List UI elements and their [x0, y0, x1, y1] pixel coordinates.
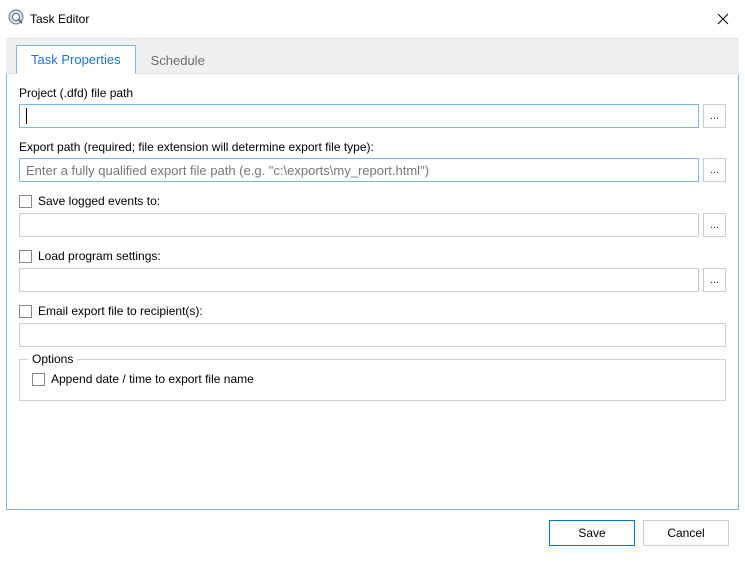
close-icon — [717, 13, 729, 25]
append-datetime-label: Append date / time to export file name — [51, 372, 254, 386]
email-recipients-input[interactable] — [19, 323, 726, 347]
export-path-input[interactable] — [19, 158, 699, 182]
options-legend: Options — [28, 352, 77, 366]
tabstrip: Task Properties Schedule — [6, 38, 739, 74]
project-path-label: Project (.dfd) file path — [19, 86, 726, 100]
titlebar: Task Editor — [0, 0, 745, 34]
tab-task-properties[interactable]: Task Properties — [16, 45, 136, 74]
load-settings-checkbox[interactable] — [19, 250, 32, 263]
load-settings-input[interactable] — [19, 268, 699, 292]
email-recipients-label: Email export file to recipient(s): — [38, 304, 203, 318]
window-title: Task Editor — [30, 12, 89, 26]
append-datetime-checkbox[interactable] — [32, 373, 45, 386]
tab-content: Project (.dfd) file path ... Export path… — [6, 74, 739, 510]
task-editor-window: Task Editor Task Properties Schedule Pro… — [0, 0, 745, 566]
export-path-browse-button[interactable]: ... — [703, 158, 726, 182]
email-recipients-checkbox[interactable] — [19, 305, 32, 318]
dialog-footer: Save Cancel — [0, 510, 745, 556]
close-button[interactable] — [709, 8, 737, 30]
save-events-input[interactable] — [19, 213, 699, 237]
save-events-checkbox[interactable] — [19, 195, 32, 208]
save-button[interactable]: Save — [549, 520, 635, 546]
load-settings-label: Load program settings: — [38, 249, 161, 263]
load-settings-browse-button[interactable]: ... — [703, 268, 726, 292]
titlebar-left: Task Editor — [8, 9, 89, 28]
save-events-browse-button[interactable]: ... — [703, 213, 726, 237]
project-path-browse-button[interactable]: ... — [703, 104, 726, 128]
export-path-label: Export path (required; file extension wi… — [19, 140, 726, 154]
project-path-input[interactable] — [19, 104, 699, 128]
options-group: Options Append date / time to export fil… — [19, 359, 726, 401]
tab-schedule[interactable]: Schedule — [136, 46, 220, 74]
app-icon — [8, 9, 24, 28]
save-events-label: Save logged events to: — [38, 194, 160, 208]
cancel-button[interactable]: Cancel — [643, 520, 729, 546]
